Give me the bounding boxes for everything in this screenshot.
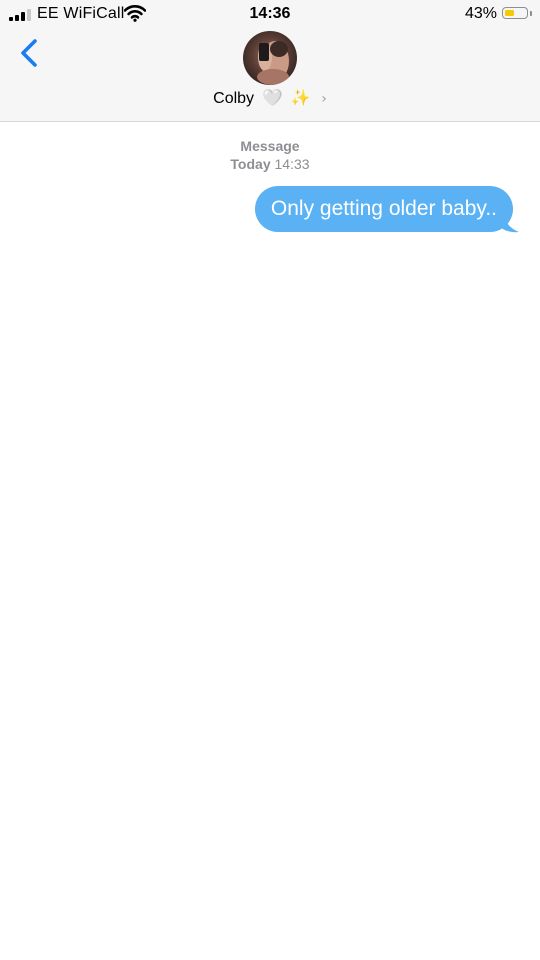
contact-name-row[interactable]: Colby 🤍 ✨ › [0, 88, 540, 108]
battery-percent: 43% [464, 5, 497, 22]
chevron-left-icon [21, 39, 37, 67]
status-bar: EE WiFiCall 14:36 43% [0, 0, 540, 28]
message-timestamp: Today 14:33 [0, 156, 540, 172]
outgoing-message-bubble[interactable]: Only getting older baby.. [254, 186, 513, 232]
status-time: 14:36 [249, 5, 291, 22]
chevron-right-icon: › [321, 91, 327, 107]
sparkles-emoji: ✨ [290, 90, 311, 107]
messages-screen: EE WiFiCall 14:36 43% Colby 🤍 ✨ › Messag… [0, 0, 540, 960]
battery-icon [502, 7, 528, 19]
battery-nub [530, 11, 532, 16]
conversation-header: Colby 🤍 ✨ › [0, 28, 540, 122]
avatar-photo [243, 31, 297, 85]
contact-name: Colby [213, 90, 255, 107]
timestamp-time: 14:33 [274, 156, 310, 172]
contact-avatar[interactable] [243, 31, 297, 85]
battery-level-fill [504, 9, 514, 16]
timestamp-day: Today [230, 156, 271, 172]
service-label: Message [240, 138, 300, 154]
white-heart-emoji: 🤍 [262, 90, 283, 107]
back-button[interactable] [14, 34, 48, 74]
